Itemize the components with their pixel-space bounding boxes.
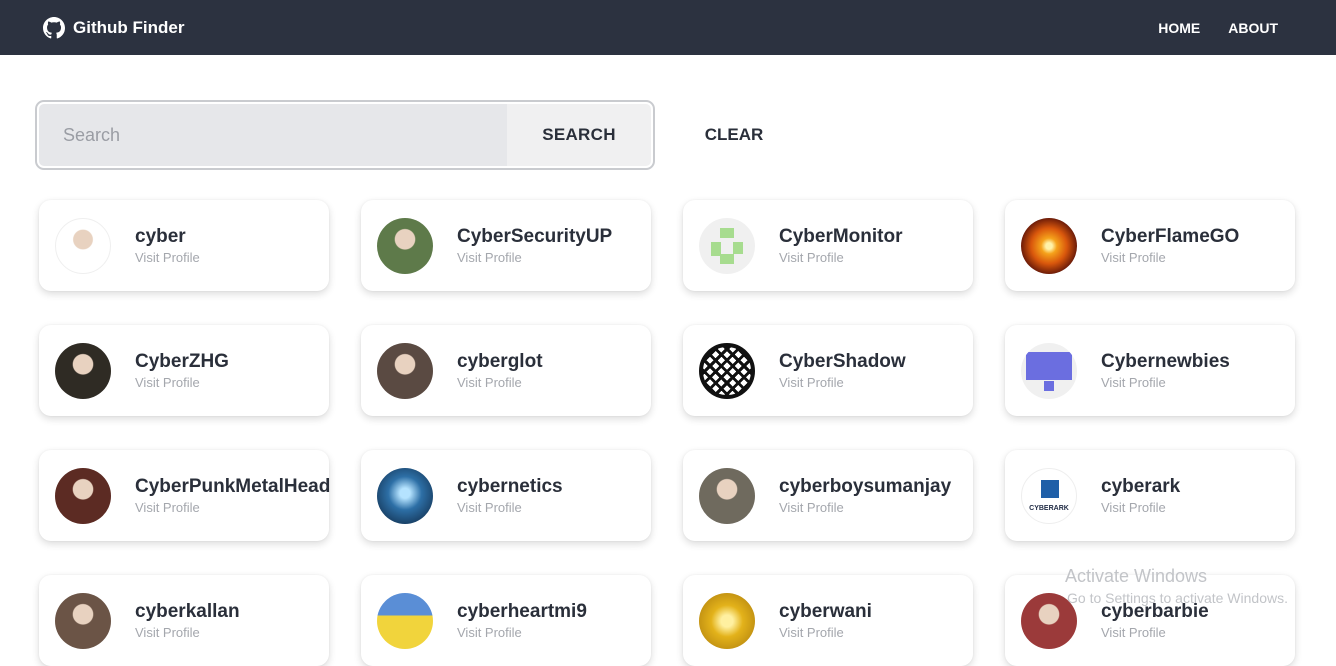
app-title: Github Finder [73, 17, 185, 37]
username: Cybernewbies [1101, 351, 1230, 372]
username: cyberbarbie [1101, 601, 1209, 622]
user-card[interactable]: cyberglot Visit Profile [361, 325, 651, 416]
clear-button[interactable]: CLEAR [682, 112, 786, 158]
visit-profile-link[interactable]: Visit Profile [779, 625, 872, 640]
anime-boy-avatar [377, 217, 433, 274]
user-card-text: CyberSecurityUP Visit Profile [457, 226, 612, 265]
user-card-text: cyber Visit Profile [135, 226, 200, 265]
user-card[interactable]: CYBERARK cyberark Visit Profile [1005, 450, 1295, 541]
username: cyberboysumanjay [779, 476, 952, 497]
search-input[interactable] [39, 104, 507, 166]
username: cyberark [1101, 476, 1181, 497]
navbar: Github Finder HOME ABOUT [0, 0, 1336, 55]
username: cyber [135, 226, 186, 247]
user-card-text: cyberheartmi9 Visit Profile [457, 601, 587, 640]
visit-profile-link[interactable]: Visit Profile [779, 500, 951, 515]
user-card[interactable]: cyberheartmi9 Visit Profile [361, 575, 651, 666]
user-card[interactable]: cyber Visit Profile [39, 200, 329, 291]
username: CyberSecurityUP [457, 226, 613, 247]
user-card[interactable]: Cybernewbies Visit Profile [1005, 325, 1295, 416]
username: cyberwani [779, 601, 872, 622]
username: cyberheartmi9 [457, 601, 587, 622]
github-icon [43, 16, 65, 39]
user-card-text: Cybernewbies Visit Profile [1101, 351, 1230, 390]
user-card[interactable]: CyberSecurityUP Visit Profile [361, 200, 651, 291]
user-grid: cyber Visit Profile CyberSecurityUP Visit P… [39, 200, 1295, 666]
username: cyberglot [457, 351, 543, 372]
visit-profile-link[interactable]: Visit Profile [1101, 375, 1230, 390]
nav-home-link[interactable]: HOME [1158, 20, 1200, 36]
user-card-text: cyberglot Visit Profile [457, 351, 543, 390]
visit-profile-link[interactable]: Visit Profile [135, 375, 229, 390]
username: cybernetics [457, 476, 563, 497]
visit-profile-link[interactable]: Visit Profile [457, 625, 587, 640]
user-card-text: cyberbarbie Visit Profile [1101, 601, 1209, 640]
user-card-text: CyberMonitor Visit Profile [779, 226, 903, 265]
search-form: SEARCH [35, 100, 655, 170]
pikachu-avatar [377, 592, 433, 649]
visit-profile-link[interactable]: Visit Profile [457, 375, 543, 390]
red-portrait-avatar [1021, 592, 1077, 649]
visit-profile-link[interactable]: Visit Profile [135, 250, 200, 265]
user-card-text: cyberwani Visit Profile [779, 601, 872, 640]
visit-profile-link[interactable]: Visit Profile [779, 250, 903, 265]
brand[interactable]: Github Finder [43, 16, 185, 39]
cyberark-logo-avatar: CYBERARK [1021, 467, 1077, 524]
blank-avatar [55, 217, 111, 274]
user-card[interactable]: cyberbarbie Visit Profile [1005, 575, 1295, 666]
outdoor-photo-avatar [699, 467, 755, 524]
user-card-text: cybernetics Visit Profile [457, 476, 563, 515]
visit-profile-link[interactable]: Visit Profile [457, 250, 612, 265]
samurai-mask-avatar [55, 467, 111, 524]
search-button[interactable]: SEARCH [507, 104, 651, 166]
username: CyberPunkMetalHead [135, 476, 331, 497]
username: CyberShadow [779, 351, 906, 372]
user-card[interactable]: CyberShadow Visit Profile [683, 325, 973, 416]
username: CyberMonitor [779, 226, 903, 247]
user-card-text: CyberPunkMetalHead Visit Profile [135, 476, 330, 515]
user-card[interactable]: cyberkallan Visit Profile [39, 575, 329, 666]
user-card[interactable]: cyberboysumanjay Visit Profile [683, 450, 973, 541]
user-card[interactable]: CyberMonitor Visit Profile [683, 200, 973, 291]
visit-profile-link[interactable]: Visit Profile [135, 500, 330, 515]
nav-links: HOME ABOUT [1158, 20, 1278, 36]
maze-symbol-avatar [699, 342, 755, 399]
face-photo-avatar [55, 592, 111, 649]
user-card-text: cyberark Visit Profile [1101, 476, 1180, 515]
user-card-text: cyberboysumanjay Visit Profile [779, 476, 951, 515]
visit-profile-link[interactable]: Visit Profile [457, 500, 563, 515]
user-card[interactable]: CyberPunkMetalHead Visit Profile [39, 450, 330, 541]
user-card[interactable]: cyberwani Visit Profile [683, 575, 973, 666]
visit-profile-link[interactable]: Visit Profile [1101, 250, 1239, 265]
username: CyberFlameGO [1101, 226, 1240, 247]
blue-brain-avatar [377, 467, 433, 524]
visit-profile-link[interactable]: Visit Profile [1101, 625, 1209, 640]
avatar-logo-text: CYBERARK [1029, 504, 1069, 512]
user-card-text: cyberkallan Visit Profile [135, 601, 240, 640]
user-card[interactable]: CyberFlameGO Visit Profile [1005, 200, 1295, 291]
photo-avatar [55, 342, 111, 399]
gold-coin-avatar [699, 592, 755, 649]
flame-spiral-avatar [1021, 217, 1077, 274]
user-card-text: CyberZHG Visit Profile [135, 351, 229, 390]
user-card[interactable]: cybernetics Visit Profile [361, 450, 651, 541]
user-card[interactable]: CyberZHG Visit Profile [39, 325, 329, 416]
portrait-avatar [377, 342, 433, 399]
visit-profile-link[interactable]: Visit Profile [779, 375, 906, 390]
user-card-text: CyberShadow Visit Profile [779, 351, 906, 390]
visit-profile-link[interactable]: Visit Profile [135, 625, 240, 640]
username: CyberZHG [135, 351, 229, 372]
user-card-text: CyberFlameGO Visit Profile [1101, 226, 1239, 265]
identicon-green-avatar [699, 217, 755, 274]
visit-profile-link[interactable]: Visit Profile [1101, 500, 1180, 515]
username: cyberkallan [135, 601, 240, 622]
nav-about-link[interactable]: ABOUT [1228, 20, 1278, 36]
identicon-purple-avatar [1021, 342, 1077, 399]
